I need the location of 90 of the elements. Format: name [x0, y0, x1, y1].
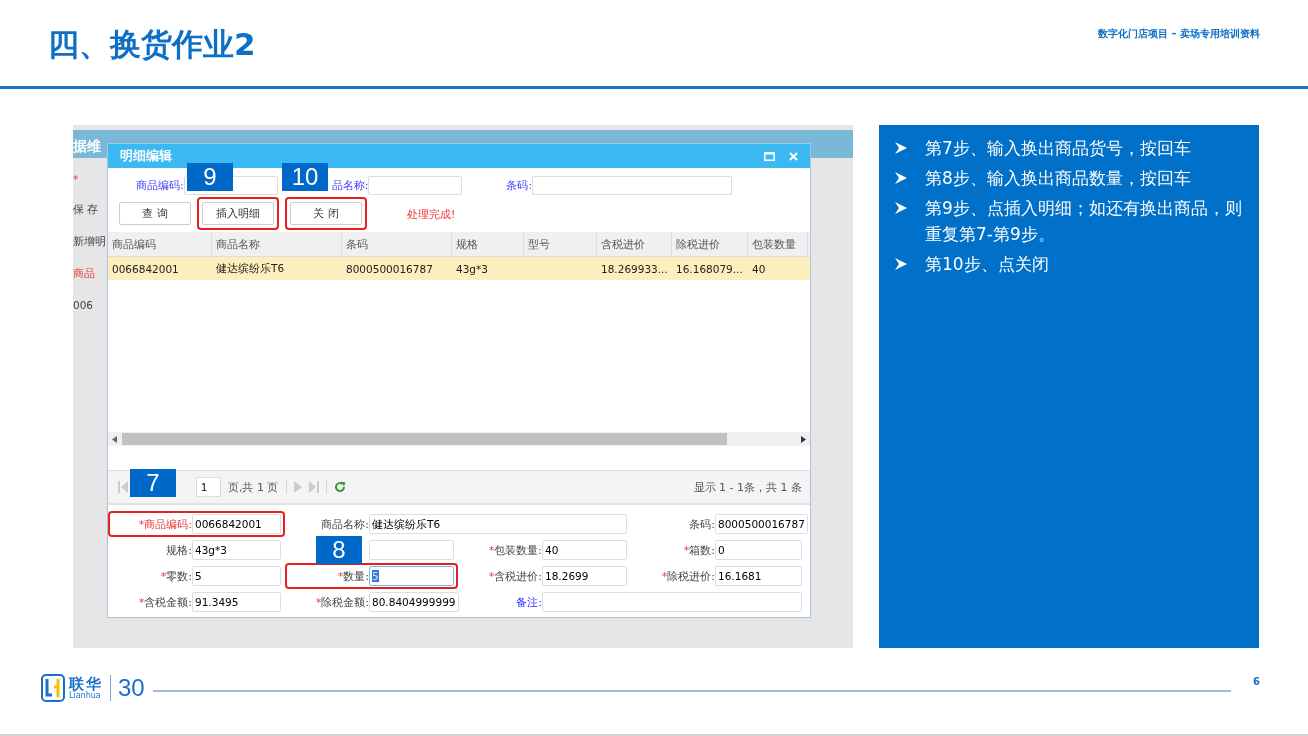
- search-label: 品名称:: [331, 177, 369, 193]
- column-header[interactable]: 型号: [524, 232, 597, 256]
- step-badge: 8: [316, 536, 362, 564]
- logo-latin-name: Lianhua: [69, 691, 102, 700]
- last-page-icon[interactable]: [308, 481, 319, 493]
- search-label: 条码:: [506, 177, 533, 193]
- form-label: *除税进价:: [660, 568, 715, 584]
- form-field[interactable]: 健达缤纷乐T6: [369, 514, 627, 534]
- step-text: 第8步、输入换出商品数量，按回车: [925, 167, 1191, 190]
- page-number-field[interactable]: 1: [196, 477, 221, 497]
- maximize-icon[interactable]: [764, 151, 775, 161]
- form-field[interactable]: 8000500016787: [715, 514, 808, 534]
- table-cell-text: 43g*3: [455, 262, 489, 275]
- form-label: *含税进价:: [487, 568, 542, 584]
- close-icon[interactable]: [789, 151, 798, 161]
- step-text: 第9步、点插入明细；如还有换出商品，则重复第7-第9步。: [925, 197, 1243, 246]
- form-field[interactable]: [542, 592, 802, 612]
- dialog-title: 明细编辑: [120, 147, 173, 165]
- form-field[interactable]: 16.1681: [715, 566, 802, 586]
- column-header[interactable]: 商品名称: [212, 232, 342, 256]
- slide-subtitle: 数字化门店项目 – 卖场专用培训资料: [1098, 27, 1260, 41]
- background-label: *: [73, 173, 80, 185]
- step-badge: 10: [282, 163, 328, 191]
- next-page-icon[interactable]: [293, 481, 302, 493]
- step-badge: 7: [130, 469, 176, 497]
- background-label: 新增明: [73, 235, 106, 249]
- column-header[interactable]: 除税进价: [672, 232, 748, 256]
- background-label: 保 存: [73, 203, 100, 217]
- form-label: *含税金额:: [137, 594, 192, 610]
- logo-mark-icon: [41, 674, 65, 702]
- form-label: 条码:: [688, 516, 715, 532]
- bullet-arrow-icon: [895, 258, 907, 270]
- first-page-icon[interactable]: [118, 481, 128, 493]
- form-label: *箱数:: [682, 542, 715, 558]
- form-field[interactable]: [369, 540, 454, 560]
- form-label: *包装数量:: [487, 542, 542, 558]
- page-number: 6: [1253, 675, 1260, 687]
- form-label: 规格:: [165, 542, 192, 558]
- scrollbar-thumb[interactable]: [122, 433, 727, 445]
- table-cell-text: 18.269933...: [600, 262, 669, 275]
- column-header[interactable]: 条码: [342, 232, 452, 256]
- table-row[interactable]: 0066842001 健达缤纷乐T6 8000500016787 43g*3 18.269933... 16.168079... 40: [108, 257, 810, 280]
- column-header[interactable]: 商品编码: [108, 232, 212, 256]
- logo-name: 联华: [69, 676, 103, 692]
- form-field[interactable]: 40: [542, 540, 627, 560]
- form-field[interactable]: 80.8404999999: [369, 592, 459, 612]
- status-message: 处理完成!: [407, 207, 456, 222]
- table-cell-text: 16.168079...: [675, 262, 744, 275]
- step-badge: 9: [187, 163, 233, 191]
- scroll-left-arrow-icon[interactable]: [112, 435, 117, 443]
- form-label: 备注:: [515, 594, 542, 610]
- page-count-text: 页,共 1 页: [228, 479, 279, 495]
- search-field[interactable]: [368, 175, 463, 195]
- form-label: *数量:: [336, 568, 369, 584]
- bullet-arrow-icon: [895, 202, 907, 214]
- background-label: 商品: [73, 267, 96, 281]
- form-label: *除税金额:: [314, 594, 369, 610]
- table-cell-text: 40: [751, 262, 767, 275]
- toolbar-button[interactable]: 关 闭: [290, 202, 362, 225]
- toolbar-button[interactable]: 查 询: [119, 202, 191, 225]
- form-field[interactable]: 91.3495: [192, 592, 281, 612]
- horizontal-scrollbar[interactable]: [108, 432, 810, 446]
- table-cell-text: 8000500016787: [345, 262, 434, 275]
- bullet-arrow-icon: [895, 142, 907, 154]
- form-field[interactable]: 0: [715, 540, 802, 560]
- anniversary-mark: 30: [118, 674, 145, 702]
- form-field[interactable]: 18.2699: [542, 566, 627, 586]
- slide-title: 四、换货作业2: [48, 25, 256, 64]
- search-field[interactable]: [532, 175, 733, 195]
- form-field[interactable]: 0066842001: [192, 514, 281, 534]
- form-field[interactable]: 43g*3: [192, 540, 281, 560]
- table-cell-text: 健达缤纷乐T6: [215, 261, 286, 276]
- record-count-text: 显示 1 - 1条，共 1 条: [693, 479, 802, 495]
- column-header[interactable]: 包装数量: [748, 232, 808, 256]
- toolbar-button[interactable]: 插入明细: [202, 202, 274, 225]
- form-label: *零数:: [159, 568, 192, 584]
- column-header[interactable]: 规格: [452, 232, 524, 256]
- form-label: *商品编码:: [137, 516, 192, 532]
- form-label: 商品名称:: [320, 516, 369, 532]
- background-label: 006: [73, 299, 95, 311]
- refresh-icon[interactable]: [333, 481, 346, 493]
- bullet-arrow-icon: [895, 172, 907, 184]
- form-field[interactable]: 5: [192, 566, 281, 586]
- step-text: 第10步、点关闭: [925, 253, 1049, 276]
- column-header[interactable]: 含税进价: [597, 232, 672, 256]
- scroll-right-arrow-icon[interactable]: [801, 435, 806, 443]
- background-window-title: 据维: [73, 138, 101, 156]
- step-text: 第7步、输入换出商品货号，按回车: [925, 137, 1191, 160]
- table-cell-text: 0066842001: [111, 262, 180, 275]
- search-label: 商品编码:: [136, 177, 184, 193]
